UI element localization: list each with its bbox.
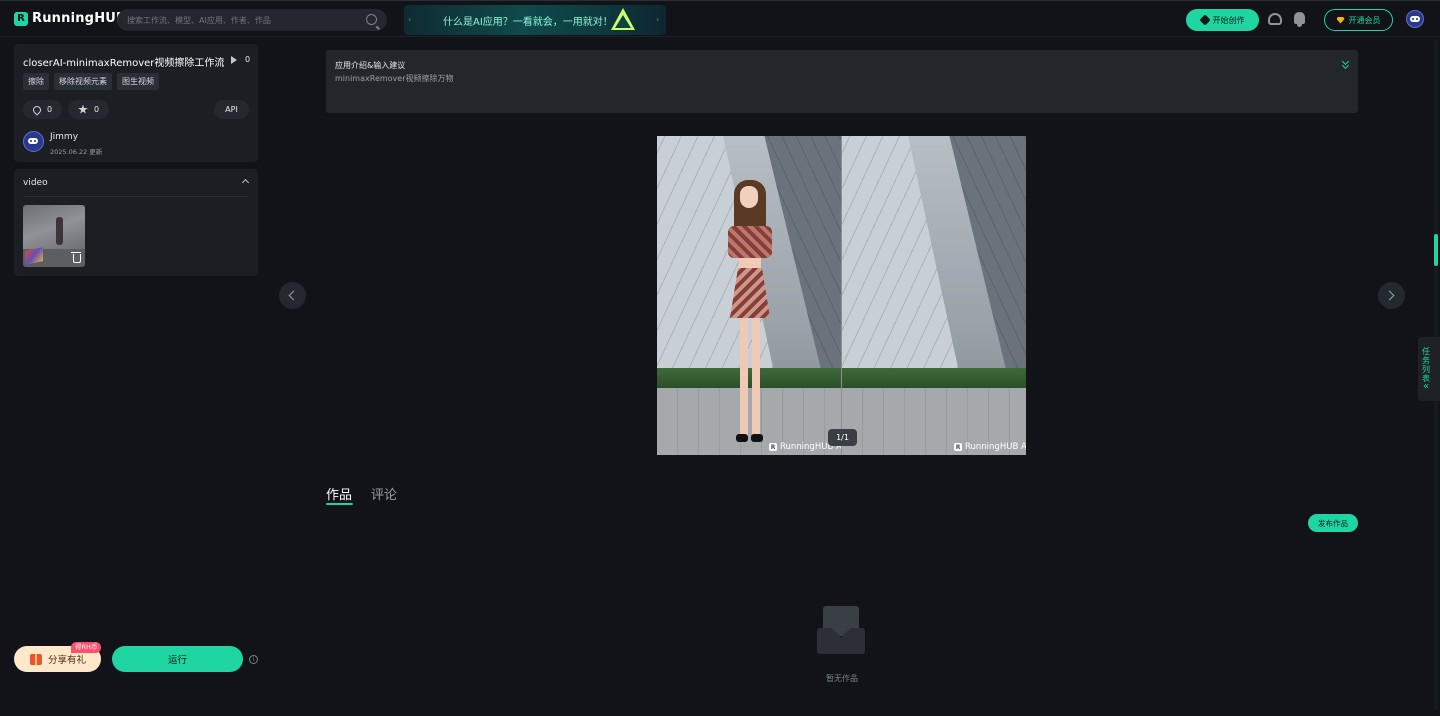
search-input[interactable] — [127, 12, 357, 28]
vip-label: 开通会员 — [1348, 15, 1381, 25]
play-icon — [231, 56, 237, 64]
expand-chevron-icon[interactable] — [1341, 57, 1351, 70]
video-section-label: video — [23, 178, 48, 188]
vip-button[interactable]: 开通会员 — [1324, 9, 1393, 31]
watermark: R RunningHUB AI — [954, 442, 1026, 452]
intro-description: minimaxRemover视频擦除万物 — [335, 74, 454, 83]
workflow-info-card: closerAI-minimaxRemover视频擦除工作流 0 擦除 移除视频… — [14, 44, 258, 162]
brush-icon — [1198, 14, 1211, 26]
chevron-up-icon[interactable] — [241, 178, 250, 187]
search-icon[interactable] — [366, 14, 377, 25]
chevron-right-icon — [1384, 290, 1395, 301]
original-frame: R RunningHUB AI — [657, 136, 841, 455]
run-button[interactable]: 运行 — [112, 646, 243, 672]
play-count: 0 — [245, 55, 251, 64]
trash-icon[interactable] — [71, 252, 81, 263]
app-intro-panel: 应用介绍&输入建议 minimaxRemover视频擦除万物 — [326, 50, 1358, 113]
banner-prev-icon[interactable]: ‹ — [408, 15, 411, 24]
logo[interactable]: R RunningHUB — [14, 11, 126, 26]
tag[interactable]: 移除视频元素 — [54, 73, 112, 90]
bell-icon[interactable] — [1294, 12, 1305, 27]
tag[interactable]: 擦除 — [23, 73, 49, 90]
double-chevron-left-icon: « — [1423, 381, 1430, 392]
image-counter: 1/1 — [828, 429, 857, 446]
favorite-count: 0 — [94, 105, 100, 114]
building-facade — [842, 136, 962, 386]
banner-text: 什么是AI应用？一看就会，一用就对！ — [443, 17, 613, 28]
video-input-card: video — [14, 169, 258, 276]
divider — [23, 196, 249, 197]
promo-banner[interactable]: ‹ 什么是AI应用？一看就会，一用就对！ › — [404, 5, 666, 35]
task-list-toggle[interactable]: 任务列表 « — [1418, 337, 1440, 401]
watermark-logo-icon: R — [954, 443, 962, 451]
task-list-label: 任务列表 — [1422, 347, 1430, 383]
workflow-title: closerAI-minimaxRemover视频擦除工作流 — [23, 58, 225, 69]
community-icon[interactable] — [1268, 13, 1282, 25]
tab-comments[interactable]: 评论 — [371, 484, 397, 503]
share-badge: 得RH币 — [71, 642, 102, 653]
watermark-logo-icon: R — [769, 443, 777, 451]
like-button[interactable]: 0 — [23, 100, 63, 119]
banner-next-icon[interactable]: › — [656, 15, 659, 24]
robot-avatar-icon — [28, 138, 38, 144]
info-icon[interactable]: i — [249, 655, 258, 664]
active-tab-indicator — [326, 503, 353, 505]
prev-arrow-button[interactable] — [279, 282, 306, 309]
logo-text: RunningHUB — [32, 11, 127, 26]
gem-icon — [1336, 16, 1345, 24]
heart-icon — [31, 103, 43, 116]
robot-avatar-icon — [1410, 16, 1420, 22]
tag[interactable]: 图生视频 — [117, 73, 159, 90]
author-avatar[interactable] — [23, 131, 44, 152]
star-icon — [78, 104, 88, 114]
start-create-label: 开始创作 — [1212, 15, 1245, 25]
api-button[interactable]: API — [214, 100, 249, 119]
scrollbar-thumb[interactable] — [1434, 234, 1438, 266]
share-label: 分享有礼 — [48, 655, 87, 666]
author-name[interactable]: Jimmy — [50, 132, 78, 142]
person-figure — [724, 180, 776, 450]
watermark-text: RunningHUB AI — [965, 442, 1026, 452]
search-bar — [117, 9, 387, 31]
tab-works[interactable]: 作品 — [326, 484, 352, 503]
empty-state-text: 暂无作品 — [826, 674, 858, 683]
user-avatar[interactable] — [1406, 10, 1424, 28]
intro-title: 应用介绍&输入建议 — [335, 61, 406, 70]
video-thumbnail[interactable] — [23, 205, 85, 267]
like-count: 0 — [47, 105, 53, 114]
removed-frame: R RunningHUB AI — [842, 136, 1026, 455]
top-bar: R RunningHUB ‹ 什么是AI应用？一看就会，一用就对！ › 开始创作… — [0, 0, 1440, 37]
favorite-button[interactable]: 0 — [68, 100, 110, 119]
updated-date: 2025.06.22 更新 — [50, 148, 103, 156]
gift-icon — [30, 653, 42, 665]
thumb-figure — [56, 217, 63, 245]
tag-list: 擦除 移除视频元素 图生视频 — [23, 73, 159, 90]
triangle-logo-inner — [615, 15, 631, 28]
start-create-button[interactable]: 开始创作 — [1186, 9, 1259, 31]
logo-icon: R — [14, 11, 28, 26]
chevron-left-icon — [288, 290, 299, 301]
empty-inbox-icon — [817, 606, 865, 654]
next-arrow-button[interactable] — [1378, 282, 1405, 309]
publish-work-button[interactable]: 发布作品 — [1308, 514, 1358, 532]
result-image[interactable]: R RunningHUB AI R RunningHUB AI — [657, 136, 1026, 455]
hedge — [842, 368, 1026, 388]
